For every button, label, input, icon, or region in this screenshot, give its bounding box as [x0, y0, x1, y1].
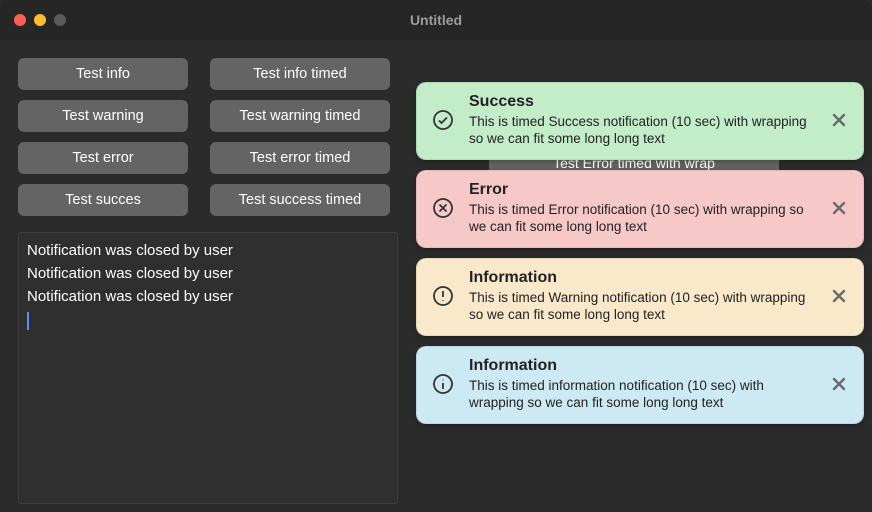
close-icon	[831, 376, 847, 392]
toast-message: This is timed Success notification (10 s…	[469, 113, 815, 147]
toast-error: Error This is timed Error notification (…	[416, 170, 864, 248]
error-icon	[429, 196, 457, 220]
zoom-window-icon[interactable]	[54, 14, 66, 26]
toast-body: Success This is timed Success notificati…	[469, 93, 815, 147]
test-info-button[interactable]: Test info	[18, 58, 188, 90]
titlebar: Untitled	[0, 0, 872, 40]
close-window-icon[interactable]	[14, 14, 26, 26]
info-icon	[429, 372, 457, 396]
warning-icon	[429, 284, 457, 308]
window-title: Untitled	[0, 12, 872, 28]
toast-title: Error	[469, 181, 815, 199]
test-error-timed-button[interactable]: Test error timed	[210, 142, 390, 174]
toast-stack: Success This is timed Success notificati…	[416, 82, 864, 424]
toast-body: Information This is timed Warning notifi…	[469, 269, 815, 323]
close-icon	[831, 112, 847, 128]
toast-close-button[interactable]	[827, 376, 851, 392]
text-cursor	[27, 312, 29, 330]
success-icon	[429, 108, 457, 132]
test-success-timed-button[interactable]: Test success timed	[210, 184, 390, 216]
log-output[interactable]: Notification was closed by user Notifica…	[18, 232, 398, 504]
toast-message: This is timed information notification (…	[469, 377, 815, 411]
close-icon	[831, 288, 847, 304]
toast-warning: Information This is timed Warning notifi…	[416, 258, 864, 336]
toast-close-button[interactable]	[827, 200, 851, 216]
toast-body: Information This is timed information no…	[469, 357, 815, 411]
toast-close-button[interactable]	[827, 112, 851, 128]
test-success-button[interactable]: Test succes	[18, 184, 188, 216]
button-grid: Test info Test info timed Test warning T…	[18, 58, 398, 216]
log-line: Notification was closed by user	[27, 285, 389, 308]
test-warning-timed-button[interactable]: Test warning timed	[210, 100, 390, 132]
left-column: Test info Test info timed Test warning T…	[18, 58, 398, 504]
window-controls	[14, 14, 66, 26]
test-warning-button[interactable]: Test warning	[18, 100, 188, 132]
toast-success: Success This is timed Success notificati…	[416, 82, 864, 160]
test-error-button[interactable]: Test error	[18, 142, 188, 174]
toast-message: This is timed Error notification (10 sec…	[469, 201, 815, 235]
toast-title: Success	[469, 93, 815, 111]
toast-title: Information	[469, 269, 815, 287]
toast-close-button[interactable]	[827, 288, 851, 304]
toast-message: This is timed Warning notification (10 s…	[469, 289, 815, 323]
log-line: Notification was closed by user	[27, 262, 389, 285]
close-icon	[831, 200, 847, 216]
toast-info: Information This is timed information no…	[416, 346, 864, 424]
toast-title: Information	[469, 357, 815, 375]
log-line: Notification was closed by user	[27, 239, 389, 262]
toast-body: Error This is timed Error notification (…	[469, 181, 815, 235]
test-info-timed-button[interactable]: Test info timed	[210, 58, 390, 90]
minimize-window-icon[interactable]	[34, 14, 46, 26]
